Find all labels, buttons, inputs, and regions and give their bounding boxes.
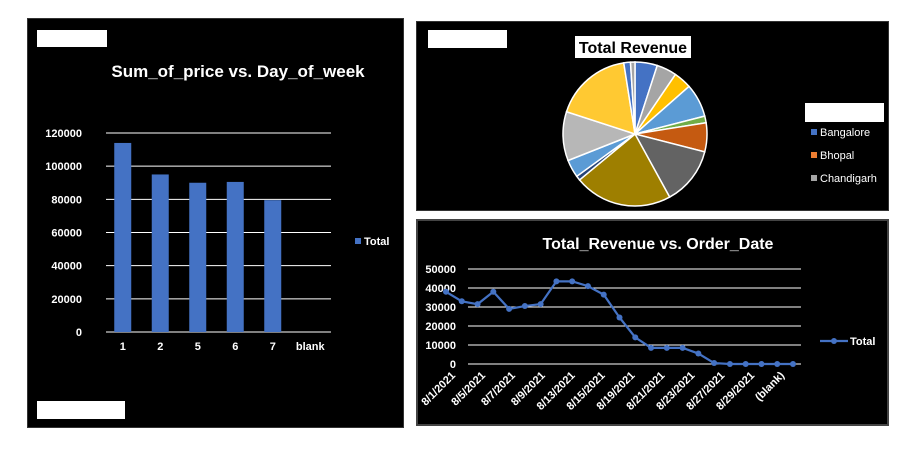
legend-filter-box[interactable] [805, 103, 884, 122]
data-point [521, 303, 528, 310]
data-point [758, 361, 765, 367]
bar [189, 182, 207, 332]
y-tick-label: 60000 [51, 228, 82, 240]
legend-label-total: Total [364, 236, 389, 248]
legend-marker-total [831, 338, 837, 344]
y-tick-label: 20000 [51, 294, 82, 306]
data-point [490, 288, 497, 295]
data-point [695, 350, 702, 357]
bar [264, 200, 282, 332]
y-tick-label: 40000 [51, 261, 82, 273]
x-tick-label: 5 [195, 341, 201, 353]
data-point [569, 278, 576, 285]
chart-title: Sum_of_price vs. Day_of_week [111, 62, 365, 81]
x-tick-label: 2 [157, 341, 163, 353]
y-tick-label: 50000 [425, 264, 456, 276]
pie-chart: Total Revenue Bangalore Bhopal Chandigar… [562, 36, 884, 207]
legend-swatch-chandigarh [811, 175, 817, 181]
data-point [600, 291, 607, 298]
legend: Total [355, 236, 389, 248]
data-point [584, 283, 591, 290]
legend-swatch-bangalore [811, 129, 817, 135]
y-tick-label: 80000 [51, 194, 82, 206]
x-tick-label: 7 [270, 341, 276, 353]
data-point [553, 278, 560, 285]
data-point [711, 360, 718, 367]
legend-label-bangalore: Bangalore [820, 127, 870, 139]
bar [151, 174, 169, 332]
data-point [663, 344, 670, 351]
legend-label-total: Total [850, 336, 875, 348]
y-tick-label: 40000 [425, 283, 456, 295]
data-point [506, 305, 513, 312]
legend: Bangalore Bhopal Chandigarh [811, 127, 877, 185]
x-tick-label: 6 [232, 341, 238, 353]
bar-chart: Sum_of_price vs. Day_of_week 0 20000 40000… [45, 62, 389, 353]
y-tick-label: 120000 [45, 128, 82, 140]
legend-label-bhopal: Bhopal [820, 150, 854, 162]
x-tick-label: 1 [120, 341, 126, 353]
y-tick-label: 10000 [425, 340, 456, 352]
y-tick-label: 20000 [425, 321, 456, 333]
y-tick-label: 0 [450, 359, 456, 371]
data-point [474, 301, 481, 308]
legend: Total [820, 336, 875, 348]
line-chart: Total_Revenue vs. Order_Date 0 10000 20000… [419, 236, 875, 413]
chart-title: Total Revenue [579, 40, 687, 57]
bar [114, 142, 132, 332]
data-point [616, 314, 623, 321]
chart-title: Total_Revenue vs. Order_Date [543, 236, 774, 253]
x-tick-label: blank [296, 341, 326, 353]
legend-swatch-total [355, 238, 361, 244]
y-tick-label: 30000 [425, 302, 456, 314]
data-point [742, 361, 749, 367]
y-tick-label: 0 [76, 327, 82, 339]
x-tick-label: (blank) [753, 369, 787, 403]
data-point [537, 301, 544, 308]
data-point [632, 334, 639, 341]
line-chart-panel: Total_Revenue vs. Order_Date 0 10000 20000… [416, 219, 889, 426]
pie-chart-panel: Total Revenue Bangalore Bhopal Chandigar… [416, 21, 889, 211]
data-point [774, 361, 781, 367]
data-point [726, 361, 733, 367]
data-point [790, 361, 796, 367]
bar-chart-panel: Sum_of_price vs. Day_of_week 0 20000 40000… [27, 18, 404, 428]
bar [226, 181, 244, 332]
y-tick-label: 100000 [45, 161, 82, 173]
data-point [679, 344, 686, 351]
series-line-total [445, 280, 793, 366]
legend-label-chandigarh: Chandigarh [820, 173, 877, 185]
data-point [648, 344, 655, 351]
data-point [443, 288, 449, 295]
data-point [458, 298, 465, 305]
legend-swatch-bhopal [811, 152, 817, 158]
